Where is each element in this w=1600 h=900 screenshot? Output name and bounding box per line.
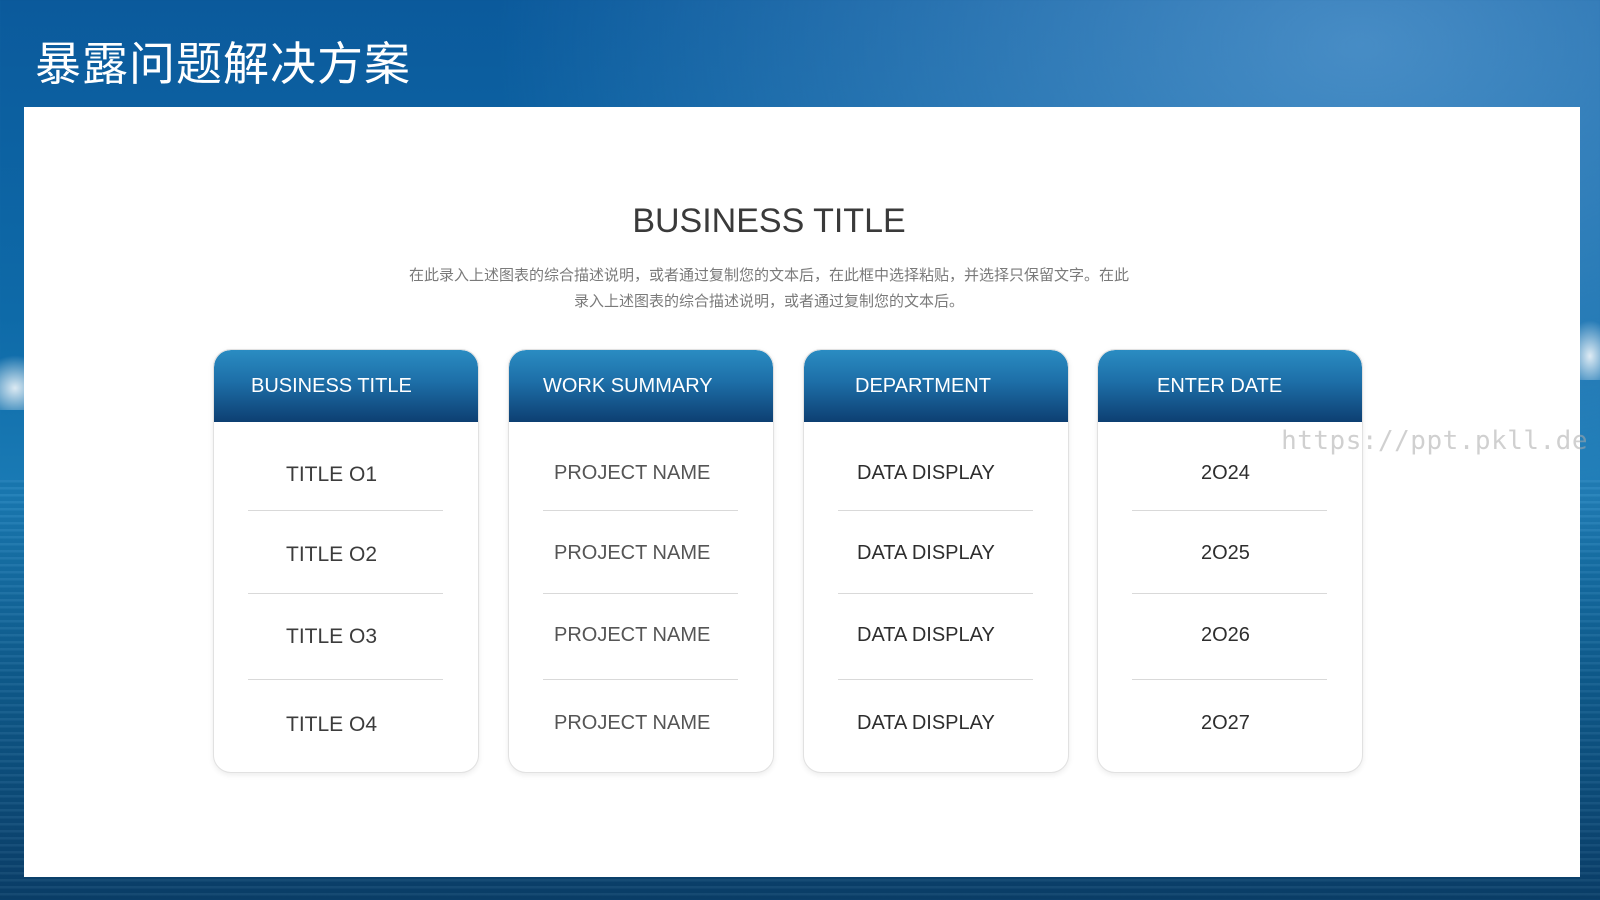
column-header-label: DEPARTMENT [855, 374, 991, 397]
row-divider [248, 593, 443, 594]
table-cell: PROJECT NAME [554, 462, 711, 484]
table-cell: PROJECT NAME [554, 712, 711, 734]
row-divider [838, 593, 1033, 594]
main-title: BUSINESS TITLE [632, 202, 906, 240]
row-divider [543, 510, 738, 511]
table-cell: PROJECT NAME [554, 624, 711, 646]
column-header: WORK SUMMARY [509, 350, 773, 422]
table-cell: DATA DISPLAY [857, 542, 995, 564]
column-header-label: WORK SUMMARY [543, 374, 713, 397]
content-panel: BUSINESS TITLE 在此录入上述图表的综合描述说明，或者通过复制您的文… [24, 107, 1580, 877]
table-cell: 2O25 [1201, 542, 1250, 564]
table-cell: TITLE O4 [286, 713, 378, 736]
column-header: BUSINESS TITLE [214, 350, 478, 422]
table-cell: TITLE O2 [286, 543, 378, 566]
column-header: ENTER DATE [1098, 350, 1362, 422]
row-divider [543, 679, 738, 680]
table-cell: 2O24 [1201, 462, 1250, 484]
row-divider [1132, 679, 1327, 680]
table-cell: 2O26 [1201, 624, 1250, 646]
description-line-2: 录入上述图表的综合描述说明，或者通过复制您的文本后。 [573, 292, 964, 310]
column-enter-date: ENTER DATE 2O24 2O25 2O26 2O27 [1097, 349, 1363, 773]
description-line-1: 在此录入上述图表的综合描述说明，或者通过复制您的文本后，在此框中选择粘贴，并选择… [408, 266, 1129, 284]
table-cell: DATA DISPLAY [857, 624, 995, 646]
column-work-summary: WORK SUMMARY PROJECT NAME PROJECT NAME P… [508, 349, 774, 773]
watermark-url: https://ppt.pkll.de [1281, 426, 1588, 456]
row-divider [838, 679, 1033, 680]
page-title: 暴露问题解决方案 [35, 37, 411, 91]
table-cell: 2O27 [1201, 712, 1250, 734]
table-cell: DATA DISPLAY [857, 462, 995, 484]
column-header-label: BUSINESS TITLE [251, 374, 412, 397]
row-divider [248, 510, 443, 511]
column-header: DEPARTMENT [804, 350, 1068, 422]
table-cell: DATA DISPLAY [857, 712, 995, 734]
row-divider [1132, 510, 1327, 511]
description: 在此录入上述图表的综合描述说明，或者通过复制您的文本后，在此框中选择粘贴，并选择… [369, 262, 1169, 314]
table-cell: TITLE O3 [286, 625, 378, 648]
column-business-title: BUSINESS TITLE TITLE O1 TITLE O2 TITLE O… [213, 349, 479, 773]
row-divider [838, 510, 1033, 511]
column-department: DEPARTMENT DATA DISPLAY DATA DISPLAY DAT… [803, 349, 1069, 773]
table-cell: TITLE O1 [286, 463, 378, 486]
row-divider [543, 593, 738, 594]
row-divider [248, 679, 443, 680]
column-header-label: ENTER DATE [1157, 374, 1283, 397]
row-divider [1132, 593, 1327, 594]
table-cell: PROJECT NAME [554, 542, 711, 564]
